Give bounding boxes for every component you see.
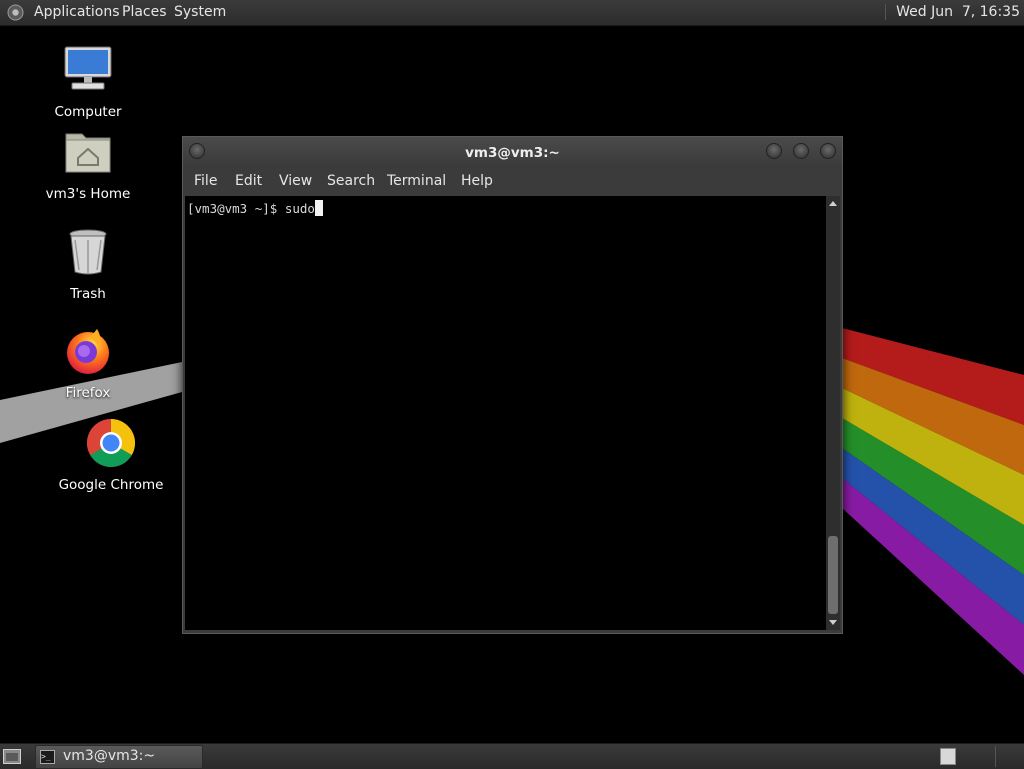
clock[interactable]: Wed Jun 7, 16:35 (885, 4, 1020, 20)
trash-icon (69, 229, 107, 275)
menu-system[interactable]: System (174, 4, 226, 20)
minimize-icon[interactable] (766, 143, 782, 159)
maximize-icon[interactable] (793, 143, 809, 159)
window-titlebar[interactable]: vm3@vm3:~ (183, 137, 842, 168)
desktop-icon-firefox[interactable]: Firefox (28, 325, 148, 401)
menu-search[interactable]: Search (327, 173, 375, 189)
gnome-foot-icon[interactable] (7, 4, 24, 21)
text-cursor (314, 200, 323, 216)
window-title: vm3@vm3:~ (465, 145, 560, 161)
terminal-menubar: File Edit View Search Terminal Help (183, 169, 842, 195)
menu-terminal[interactable]: Terminal (387, 173, 446, 189)
terminal-prompt: [vm3@vm3 ~]$ (187, 201, 285, 216)
chrome-icon (86, 419, 136, 468)
desktop-icon-home[interactable]: vm3's Home (28, 126, 148, 202)
desktop-icon-computer[interactable]: Computer (28, 44, 148, 120)
menu-places[interactable]: Places (122, 4, 167, 20)
computer-icon (64, 46, 112, 90)
desktop-icon-label: Firefox (65, 385, 111, 401)
desktop-icon-label: Trash (70, 286, 106, 302)
show-desktop-icon[interactable] (3, 749, 21, 764)
taskbar-button-terminal[interactable]: >_ vm3@vm3:~ (35, 745, 203, 769)
top-panel: Applications Places System Wed Jun 7, 16… (0, 0, 1024, 26)
workspace-switcher[interactable] (940, 748, 956, 765)
desktop-icon-chrome[interactable]: Google Chrome (51, 417, 171, 493)
wallpaper-rainbow (842, 328, 1024, 675)
menu-applications[interactable]: Applications (34, 4, 120, 20)
menu-edit[interactable]: Edit (235, 173, 262, 189)
home-folder-icon (65, 133, 111, 173)
terminal-icon: >_ (40, 750, 55, 764)
bottom-panel: >_ vm3@vm3:~ (0, 743, 1024, 769)
menu-view[interactable]: View (279, 173, 312, 189)
menu-file[interactable]: File (194, 173, 217, 189)
terminal-line: [vm3@vm3 ~]$ sudo (187, 200, 323, 216)
desktop-icon-label: Computer (54, 104, 122, 120)
scroll-up-arrow-icon[interactable] (829, 201, 837, 206)
scroll-down-arrow-icon[interactable] (829, 620, 837, 625)
terminal-output[interactable]: [vm3@vm3 ~]$ sudo (185, 196, 826, 630)
desktop-icon-trash[interactable]: Trash (28, 226, 148, 302)
terminal-input: sudo (284, 201, 315, 216)
menu-help[interactable]: Help (461, 173, 493, 189)
close-icon[interactable] (820, 143, 836, 159)
terminal-scrollbar[interactable] (826, 196, 840, 630)
terminal-window: vm3@vm3:~ File Edit View Search Terminal… (182, 136, 843, 634)
taskbar-button-label: vm3@vm3:~ (63, 748, 156, 764)
desktop-icon-label: Google Chrome (58, 477, 164, 493)
panel-separator (995, 746, 996, 767)
firefox-icon (67, 329, 109, 374)
desktop-icon-label: vm3's Home (45, 186, 131, 202)
scrollbar-thumb[interactable] (828, 536, 838, 614)
